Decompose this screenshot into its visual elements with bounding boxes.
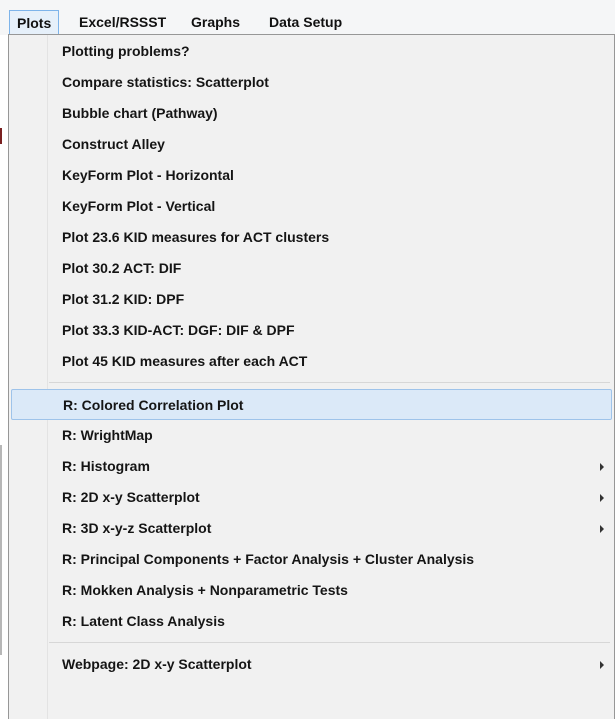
menu-item-label: R: 2D x-y Scatterplot (62, 489, 200, 505)
menu-separator (49, 642, 610, 643)
menu-plots[interactable]: Plots (9, 10, 60, 35)
menu-excel-rssst[interactable]: Excel/RSSST (72, 10, 173, 35)
menu-item-label: KeyForm Plot - Vertical (62, 198, 216, 214)
background-window-edge (0, 128, 2, 144)
menu-item-label: R: 3D x-y-z Scatterplot (62, 520, 212, 536)
menu-item-r-principal-components-factor-analysis-cluster-analysis[interactable]: R: Principal Components + Factor Analysi… (11, 544, 612, 575)
menu-item-label: Plot 30.2 ACT: DIF (62, 260, 182, 276)
menu-item-r-latent-class-analysis[interactable]: R: Latent Class Analysis (11, 606, 612, 637)
menu-item-keyform-plot-horizontal[interactable]: KeyForm Plot - Horizontal (11, 160, 612, 191)
menu-item-label: Plot 45 KID measures after each ACT (62, 353, 308, 369)
menu-item-plot-31-2-kid-dpf[interactable]: Plot 31.2 KID: DPF (11, 284, 612, 315)
menu-item-r-3d-x-y-z-scatterplot[interactable]: R: 3D x-y-z Scatterplot (11, 513, 612, 544)
menu-item-label: R: Principal Components + Factor Analysi… (62, 551, 475, 567)
menu-item-plot-45-kid-measures-after-each-act[interactable]: Plot 45 KID measures after each ACT (11, 346, 612, 377)
menu-item-compare-statistics-scatterplot[interactable]: Compare statistics: Scatterplot (11, 67, 612, 98)
submenu-arrow-icon (600, 494, 604, 502)
menu-data-setup[interactable]: Data Setup (262, 10, 349, 35)
menu-item-label: R: Latent Class Analysis (62, 613, 225, 629)
menu-item-label: Plot 23.6 KID measures for ACT clusters (62, 229, 330, 245)
menu-item-label: Compare statistics: Scatterplot (62, 74, 269, 90)
menu-item-r-colored-correlation-plot[interactable]: R: Colored Correlation Plot (11, 389, 612, 420)
menu-item-label: R: WrightMap (62, 427, 153, 443)
submenu-arrow-icon (600, 661, 604, 669)
background-window-edge (0, 445, 2, 655)
menu-item-label: Plotting problems? (62, 43, 190, 59)
menu-item-bubble-chart-pathway[interactable]: Bubble chart (Pathway) (11, 98, 612, 129)
menu-item-plotting-problems[interactable]: Plotting problems? (11, 36, 612, 67)
menu-separator (49, 382, 610, 383)
menu-item-label: R: Colored Correlation Plot (63, 397, 244, 413)
menu-item-construct-alley[interactable]: Construct Alley (11, 129, 612, 160)
plots-dropdown-menu: Plotting problems? Compare statistics: Sc… (8, 34, 615, 719)
submenu-arrow-icon (600, 463, 604, 471)
menu-item-label: R: Histogram (62, 458, 150, 474)
menu-item-plot-30-2-act-dif[interactable]: Plot 30.2 ACT: DIF (11, 253, 612, 284)
menu-item-r-histogram[interactable]: R: Histogram (11, 451, 612, 482)
menu-item-label: Plot 31.2 KID: DPF (62, 291, 185, 307)
menu-item-label: KeyForm Plot - Horizontal (62, 167, 234, 183)
menu-item-webpage-2d-x-y-scatterplot[interactable]: Webpage: 2D x-y Scatterplot (11, 649, 612, 680)
menu-item-r-2d-x-y-scatterplot[interactable]: R: 2D x-y Scatterplot (11, 482, 612, 513)
menu-item-label: Bubble chart (Pathway) (62, 105, 218, 121)
menu-item-label: Webpage: 2D x-y Scatterplot (62, 656, 252, 672)
submenu-arrow-icon (600, 525, 604, 533)
menu-item-label: R: Mokken Analysis + Nonparametric Tests (62, 582, 348, 598)
menu-item-plot-23-6-kid-measures-for-act-clusters[interactable]: Plot 23.6 KID measures for ACT clusters (11, 222, 612, 253)
menu-item-label: Plot 33.3 KID-ACT: DGF: DIF & DPF (62, 322, 295, 338)
menu-item-plot-33-3-kid-act-dgf-dif-dpf[interactable]: Plot 33.3 KID-ACT: DGF: DIF & DPF (11, 315, 612, 346)
menu-item-label: Construct Alley (62, 136, 165, 152)
menu-bar: Plots Excel/RSSST Graphs Data Setup (0, 0, 615, 35)
menu-graphs[interactable]: Graphs (184, 10, 247, 35)
menu-item-r-mokken-analysis-nonparametric-tests[interactable]: R: Mokken Analysis + Nonparametric Tests (11, 575, 612, 606)
menu-item-r-wrightmap[interactable]: R: WrightMap (11, 420, 612, 451)
screen: Plots Excel/RSSST Graphs Data Setup Plot… (0, 0, 615, 719)
menu-item-keyform-plot-vertical[interactable]: KeyForm Plot - Vertical (11, 191, 612, 222)
